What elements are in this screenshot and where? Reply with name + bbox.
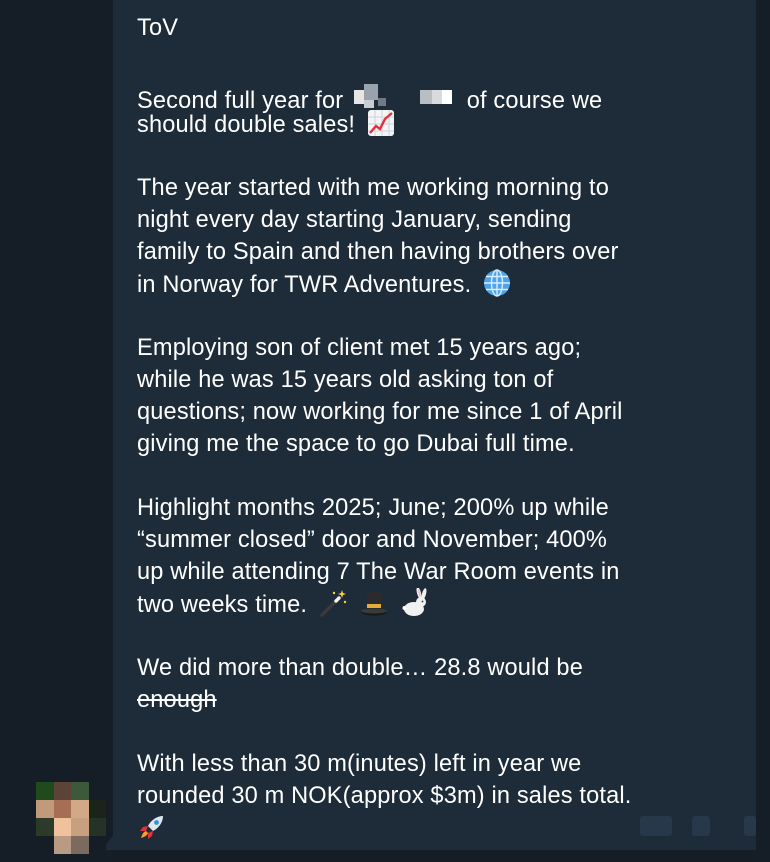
message-text-fragment: in Norway for TWR Adventures. xyxy=(137,272,472,298)
message-line: in Norway for TWR Adventures. xyxy=(137,268,717,300)
message-line: night every day starting January, sendin… xyxy=(137,207,572,233)
message-line: giving me the space to go Dubai full tim… xyxy=(137,431,575,457)
message-line: questions; now working for me since 1 of… xyxy=(137,399,623,425)
rabbit-icon xyxy=(402,588,427,616)
message-text-fragment: two weeks time. xyxy=(137,592,308,618)
message-status-redacted xyxy=(692,816,710,836)
message-line: Highlight months 2025; June; 200% up whi… xyxy=(137,495,609,521)
message-status-redacted xyxy=(744,816,756,836)
message-line: should double sales! xyxy=(137,108,717,140)
message-line: Employing son of client met 15 years ago… xyxy=(137,335,582,361)
avatar[interactable] xyxy=(36,782,106,854)
struck-text: enough xyxy=(137,687,217,713)
top-hat-icon xyxy=(360,592,387,616)
message-line: “summer closed” door and November; 400% xyxy=(137,527,608,553)
message-line: The year started with me working morning… xyxy=(137,175,609,201)
chart-increasing-icon xyxy=(367,110,394,136)
message-heading: ToV xyxy=(137,15,179,41)
globe-icon xyxy=(484,269,511,297)
message-line: up while attending 7 The War Room events… xyxy=(137,559,620,585)
message-line: while he was 15 years old asking ton of xyxy=(137,367,554,393)
message-text: ToV Second full year for of course we sh… xyxy=(137,12,717,844)
message-line: Second full year for of course we xyxy=(137,76,717,114)
message-line xyxy=(137,812,717,844)
message-timestamp-redacted xyxy=(640,816,672,836)
message-line: With less than 30 m(inutes) left in year… xyxy=(137,751,582,777)
message-line: family to Spain and then having brothers… xyxy=(137,239,619,265)
message-line: rounded 30 m NOK(approx $3m) in sales to… xyxy=(137,783,632,809)
magic-wand-icon xyxy=(320,590,347,617)
message-text-fragment: should double sales! xyxy=(137,112,356,138)
redacted-name xyxy=(354,84,452,108)
message-line: two weeks time. xyxy=(137,588,717,620)
message-line: We did more than double… 28.8 would be xyxy=(137,655,583,681)
rocket-icon xyxy=(140,816,163,839)
message-text-fragment: of course we xyxy=(466,88,603,114)
